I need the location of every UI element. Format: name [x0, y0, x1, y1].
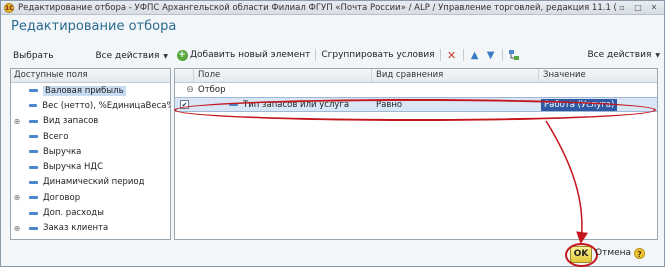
list-item[interactable]: ⊕ Заказ клиента [11, 221, 170, 236]
all-actions-left-label: Все действия [95, 51, 160, 61]
delete-icon: ✕ [446, 48, 457, 62]
field-label: Вес (нетто), %ЕдиницаВеса% [42, 100, 170, 111]
available-fields-panel: Доступные поля Валовая прибыль Вес (нетто… [10, 68, 171, 240]
row-compare-cell[interactable]: Равно [372, 100, 539, 110]
row-field-value: Тип запасов или услуга [243, 99, 350, 110]
close-icon[interactable]: ✕ [649, 3, 659, 12]
move-up-button[interactable]: ▲ [469, 49, 481, 61]
structure-button[interactable] [508, 49, 520, 61]
toolbar-divider [501, 49, 503, 61]
filter-toolbar: + Добавить новый элемент Сгруппировать у… [176, 46, 660, 64]
row-value: Работа (Услуга) [541, 98, 618, 111]
row-checkbox[interactable]: ✔ [180, 100, 189, 109]
title-bar: 1С Редактирование отбора - УФПС Архангел… [1, 1, 664, 15]
dialog-footer: OK Отмена ? [1, 243, 664, 267]
field-label: Выручка [43, 146, 82, 157]
field-label: Заказ клиента [43, 223, 109, 234]
all-actions-left-button[interactable]: Все действия ▼ [95, 51, 168, 61]
field-label: Вид запасов [43, 116, 99, 127]
field-column-header[interactable]: Поле [194, 69, 372, 82]
arrow-up-icon: ▲ [470, 49, 479, 61]
checkbox-column-header [175, 69, 194, 82]
row-field-cell[interactable]: Тип запасов или услуга [194, 100, 372, 110]
structure-icon [508, 49, 520, 61]
page-title: Редактирование отбора [11, 19, 177, 34]
list-item[interactable]: Валовая прибыль [11, 83, 170, 98]
window-controls: ▫ □ ✕ [617, 3, 664, 12]
field-icon [229, 103, 238, 106]
field-icon [29, 180, 38, 184]
list-item[interactable]: Динамический период [11, 175, 170, 190]
chevron-down-icon: ▼ [163, 52, 168, 60]
field-icon [28, 104, 38, 108]
field-icon [29, 196, 38, 200]
fields-toolbar: Выбрать Все действия ▼ [13, 48, 168, 64]
available-fields-list: Валовая прибыль Вес (нетто), %ЕдиницаВеса… [11, 83, 170, 236]
table-row[interactable]: ✔ Тип запасов или услуга Равно Работа (У… [175, 97, 657, 112]
field-label: Валовая прибыль [43, 85, 126, 96]
toolbar-divider [439, 49, 441, 61]
filter-grid: Поле Вид сравнения Значение ⊖ Отбор ✔ Ти… [174, 68, 658, 240]
filter-group-label: Отбор [198, 85, 226, 95]
grid-header: Поле Вид сравнения Значение [175, 69, 657, 83]
dialog-window: 1С Редактирование отбора - УФПС Архангел… [0, 0, 665, 267]
list-item[interactable]: Выручка [11, 144, 170, 159]
add-element-label: Добавить новый элемент [190, 50, 311, 60]
chevron-down-icon: ▼ [655, 51, 660, 59]
expand-icon[interactable]: ⊕ [11, 193, 23, 202]
row-check-cell: ✔ [175, 100, 194, 109]
all-actions-right-label: Все действия [587, 50, 652, 60]
plus-icon: + [176, 49, 188, 61]
list-item[interactable]: Выручка НДС [11, 159, 170, 174]
field-icon [29, 211, 38, 215]
available-fields-header: Доступные поля [11, 69, 170, 83]
expand-icon[interactable]: ⊕ [11, 224, 23, 233]
group-conditions-button[interactable]: Сгруппировать условия [321, 50, 434, 60]
field-label: Договор [43, 192, 81, 203]
maximize-icon[interactable]: □ [633, 3, 643, 12]
list-item[interactable]: ⊕ Вид запасов [11, 114, 170, 129]
list-item[interactable]: Всего [11, 129, 170, 144]
list-item[interactable]: Доп. расходы [11, 205, 170, 220]
collapse-icon[interactable]: ⊖ [184, 85, 196, 95]
select-button[interactable]: Выбрать [13, 51, 54, 61]
list-item[interactable]: Вес (нетто), %ЕдиницаВеса% [11, 98, 170, 113]
help-icon[interactable]: ? [634, 248, 645, 259]
app-icon: 1С [4, 2, 14, 13]
compare-column-header[interactable]: Вид сравнения [372, 69, 539, 82]
field-label: Доп. расходы [43, 208, 104, 219]
field-label: Выручка НДС [43, 162, 104, 173]
field-icon [29, 226, 38, 230]
ok-button[interactable]: OK [570, 246, 592, 263]
field-icon [29, 150, 38, 154]
filter-group-row[interactable]: ⊖ Отбор [175, 83, 657, 97]
field-icon [29, 165, 38, 169]
toolbar-divider [462, 49, 464, 61]
row-value-cell[interactable]: Работа (Услуга) [539, 98, 657, 111]
all-actions-right-button[interactable]: Все действия ▼ [587, 50, 660, 60]
field-label: Динамический период [43, 177, 145, 188]
expand-icon[interactable]: ⊕ [11, 117, 23, 126]
toolbar-divider [315, 49, 317, 61]
add-element-button[interactable]: + Добавить новый элемент [176, 49, 310, 61]
delete-button[interactable]: ✕ [446, 48, 458, 62]
minimize-icon[interactable]: ▫ [617, 3, 627, 12]
field-icon [29, 119, 38, 123]
window-title: Редактирование отбора - УФПС Архангельск… [18, 2, 617, 13]
list-item[interactable]: ⊕ Договор [11, 190, 170, 205]
move-down-button[interactable]: ▼ [485, 49, 497, 61]
field-label: Всего [43, 131, 69, 142]
arrow-down-icon: ▼ [486, 49, 495, 61]
field-icon [29, 135, 38, 139]
field-icon [29, 89, 38, 93]
cancel-button[interactable]: Отмена [595, 248, 631, 258]
value-column-header[interactable]: Значение [539, 69, 657, 82]
